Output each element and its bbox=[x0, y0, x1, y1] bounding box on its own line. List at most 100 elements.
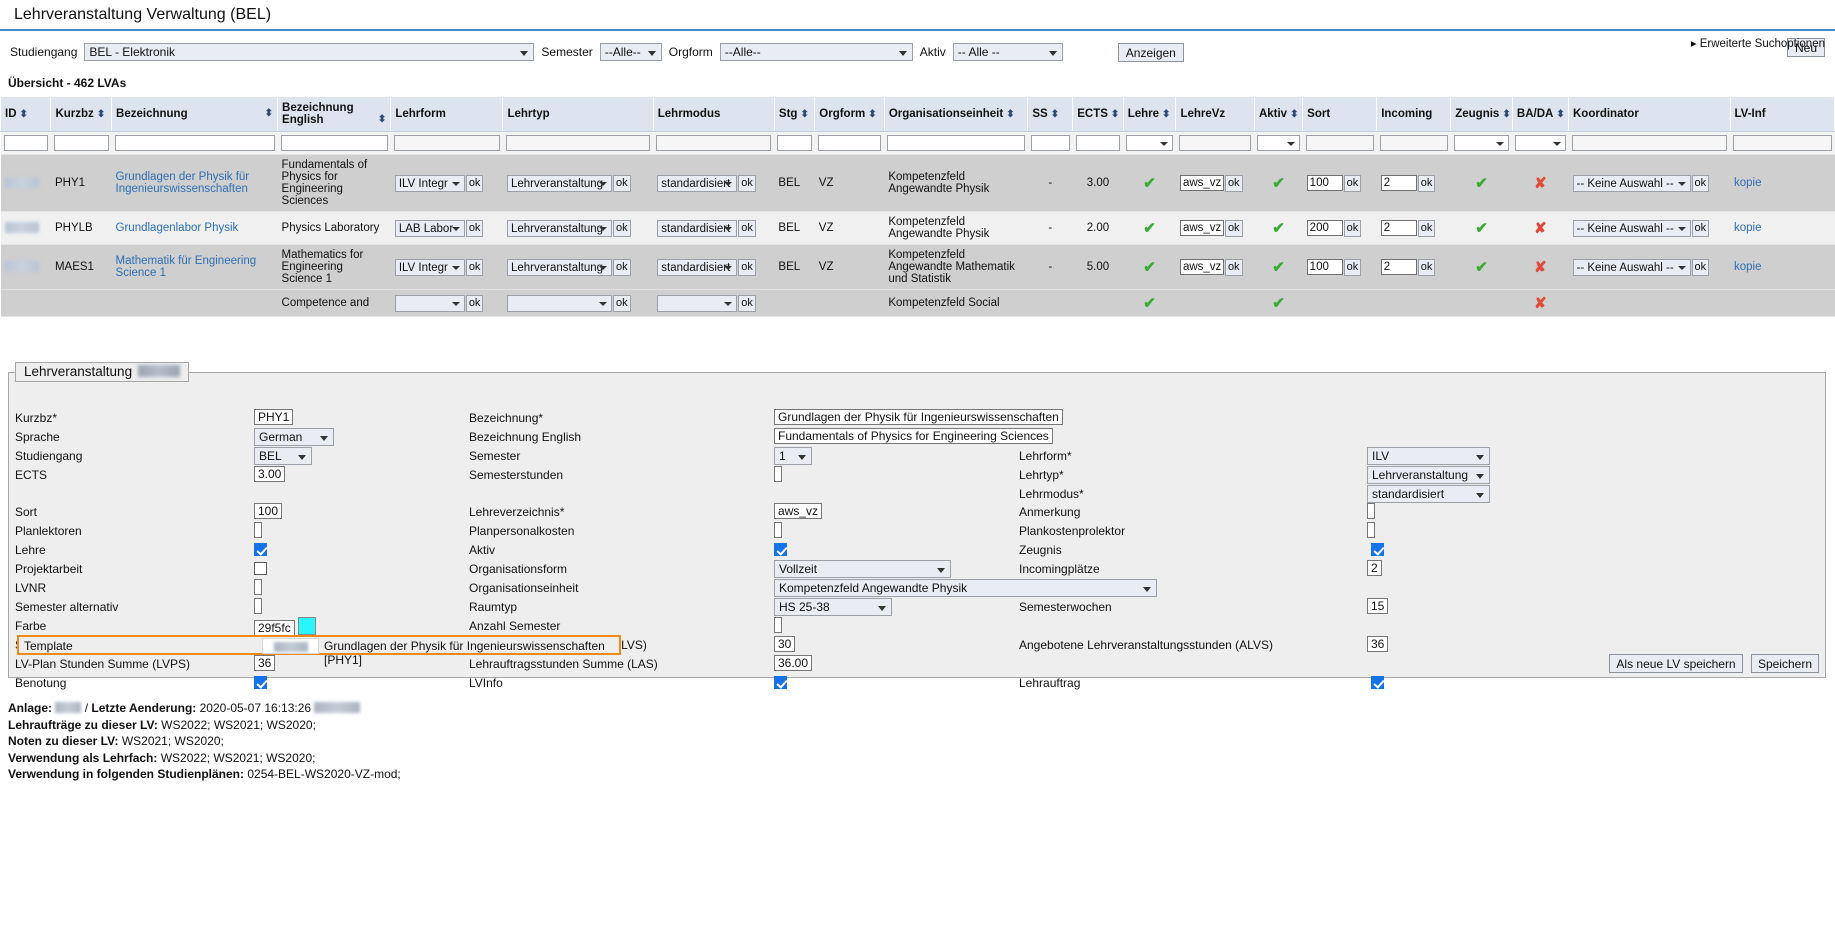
cell-lvinf[interactable]: kopie bbox=[1730, 155, 1834, 212]
col-bezeichnung-english[interactable]: Bezeichnung English⬍ bbox=[278, 97, 391, 132]
incoming-ok-button[interactable]: ok bbox=[1418, 175, 1436, 192]
lva-link[interactable]: Mathematik für Engineering Science 1 bbox=[116, 255, 257, 279]
cell-bezeichnung[interactable]: Grundlagen der Physik für Ingenieurswiss… bbox=[112, 155, 278, 212]
koordinator-select[interactable]: -- Keine Auswahl -- bbox=[1573, 259, 1691, 276]
benotung-checkbox[interactable] bbox=[254, 676, 267, 689]
lehrmodus-ok-button[interactable]: ok bbox=[738, 175, 756, 192]
farbe-swatch[interactable] bbox=[298, 617, 316, 635]
sort-input[interactable]: 100 bbox=[1307, 259, 1343, 275]
raumtyp-select[interactable]: HS 25-38 bbox=[774, 598, 892, 616]
lvps-input[interactable]: 36 bbox=[254, 655, 275, 671]
lehrtyp-select[interactable]: Lehrveranstaltung bbox=[507, 259, 612, 276]
col-organisationseinheit[interactable]: Organisationseinheit⬍ bbox=[884, 97, 1028, 132]
col-kurzbz[interactable]: Kurzbz⬍ bbox=[51, 97, 112, 132]
table-row[interactable]: PHYLB Grundlagenlabor Physik Physics Lab… bbox=[1, 212, 1835, 245]
save-button[interactable]: Speichern bbox=[1751, 654, 1819, 673]
save-as-new-lv-button[interactable]: Als neue LV speichern bbox=[1609, 654, 1742, 673]
filter-lehrform[interactable] bbox=[394, 135, 500, 151]
lehrmodus-select[interactable]: standardisiert bbox=[657, 259, 737, 276]
lehrevz-ok-button[interactable]: ok bbox=[1225, 175, 1243, 192]
cell-lvinf[interactable]: kopie bbox=[1730, 212, 1834, 245]
lva-link[interactable]: Grundlagen der Physik für Ingenieurswiss… bbox=[116, 171, 250, 195]
sort-input[interactable]: 100 bbox=[1307, 175, 1343, 191]
incoming-ok-button[interactable]: ok bbox=[1418, 220, 1436, 237]
lehrtyp-select[interactable]: Lehrveranstaltung bbox=[507, 220, 612, 237]
alvs-input[interactable]: 36 bbox=[1367, 636, 1388, 652]
incoming-input[interactable]: 2 bbox=[1381, 175, 1417, 191]
projektarbeit-checkbox[interactable] bbox=[254, 562, 267, 575]
lehrform-detail-select[interactable]: ILV bbox=[1367, 447, 1490, 465]
filter-lvinf[interactable] bbox=[1733, 135, 1831, 151]
bezeichnung-english-detail-input[interactable]: Fundamentals of Physics for Engineering … bbox=[774, 428, 1053, 444]
filter-zeugnis[interactable] bbox=[1454, 135, 1510, 151]
lehrform-ok-button[interactable]: ok bbox=[466, 295, 484, 312]
filter-kurzbz[interactable] bbox=[54, 135, 109, 151]
semesterstunden-input[interactable] bbox=[774, 466, 782, 482]
semesterwochen-input[interactable]: 15 bbox=[1367, 598, 1388, 614]
filter-bada[interactable] bbox=[1515, 135, 1565, 151]
filter-ss[interactable] bbox=[1031, 135, 1070, 151]
filter-sort[interactable] bbox=[1306, 135, 1374, 151]
filter-id[interactable] bbox=[4, 135, 48, 151]
koordinator-ok-button[interactable]: ok bbox=[1692, 175, 1710, 192]
studiengang-select[interactable]: BEL - Elektronik bbox=[84, 43, 534, 61]
col-id[interactable]: ID⬍ bbox=[1, 97, 51, 132]
anmerkung-input[interactable] bbox=[1367, 503, 1375, 519]
filter-lehrtyp[interactable] bbox=[506, 135, 650, 151]
lehrtyp-ok-button[interactable]: ok bbox=[613, 220, 631, 237]
kopieren-link[interactable]: kopie bbox=[1734, 261, 1762, 273]
lva-link[interactable]: Grundlagenlabor Physik bbox=[116, 222, 239, 234]
lehrtyp-ok-button[interactable]: ok bbox=[613, 175, 631, 192]
sort-ok-button[interactable]: ok bbox=[1344, 259, 1362, 276]
kopieren-link[interactable]: kopie bbox=[1734, 177, 1762, 189]
cell-lvinf[interactable]: kopie bbox=[1730, 245, 1834, 290]
filter-lehre[interactable] bbox=[1126, 135, 1173, 151]
col-aktiv[interactable]: Aktiv⬍ bbox=[1254, 97, 1302, 132]
semester-select[interactable]: --Alle-- bbox=[600, 43, 662, 61]
lvnr-input[interactable] bbox=[254, 579, 262, 595]
incoming-input[interactable]: 2 bbox=[1381, 220, 1417, 236]
filter-lehrevz[interactable] bbox=[1179, 135, 1252, 151]
col-ects[interactable]: ECTS⬍ bbox=[1073, 97, 1123, 132]
advanced-search-toggle[interactable]: ▸Erweiterte Suchoptionen bbox=[1691, 36, 1825, 50]
sort-detail-input[interactable]: 100 bbox=[254, 503, 282, 519]
filter-incoming[interactable] bbox=[1380, 135, 1448, 151]
lehrform-select[interactable] bbox=[395, 295, 465, 312]
lehrmodus-select[interactable] bbox=[657, 295, 737, 312]
sprache-select[interactable]: German bbox=[254, 428, 334, 446]
lehrform-ok-button[interactable]: ok bbox=[466, 259, 484, 276]
lehrevz-input[interactable]: aws_vz bbox=[1180, 220, 1224, 236]
col-lehre[interactable]: Lehre⬍ bbox=[1123, 97, 1176, 132]
filter-orgform[interactable] bbox=[818, 135, 882, 151]
sort-ok-button[interactable]: ok bbox=[1344, 220, 1362, 237]
sort-ok-button[interactable]: ok bbox=[1344, 175, 1362, 192]
orgform-select[interactable]: --Alle-- bbox=[720, 43, 913, 61]
lehrauftrag-checkbox[interactable] bbox=[1371, 676, 1384, 689]
incoming-input[interactable]: 2 bbox=[1381, 259, 1417, 275]
filter-bezeichnung[interactable] bbox=[115, 135, 275, 151]
koordinator-select[interactable]: -- Keine Auswahl -- bbox=[1573, 175, 1691, 192]
lehrtyp-select[interactable] bbox=[507, 295, 612, 312]
lehrtyp-select[interactable]: Lehrveranstaltung bbox=[507, 175, 612, 192]
studiengang-detail-select[interactable]: BEL bbox=[254, 447, 312, 465]
lehrevz-input[interactable]: aws_vz bbox=[1180, 259, 1224, 275]
lvinfo-checkbox[interactable] bbox=[774, 676, 787, 689]
filter-organisationseinheit[interactable] bbox=[887, 135, 1025, 151]
farbe-input[interactable]: 29f5fc bbox=[254, 620, 295, 636]
col-bada[interactable]: BA/DA⬍ bbox=[1512, 97, 1568, 132]
lehrmodus-ok-button[interactable]: ok bbox=[738, 295, 756, 312]
organisationseinheit-select[interactable]: Kompetenzfeld Angewandte Physik bbox=[774, 579, 1157, 597]
filter-aktiv[interactable] bbox=[1257, 135, 1299, 151]
plankostenprojektor-input[interactable] bbox=[1367, 522, 1375, 538]
sort-input[interactable]: 200 bbox=[1307, 220, 1343, 236]
col-ss[interactable]: SS⬍ bbox=[1028, 97, 1073, 132]
koordinator-ok-button[interactable]: ok bbox=[1692, 220, 1710, 237]
kurzbz-input[interactable]: PHY1 bbox=[254, 409, 293, 425]
lehrform-select[interactable]: LAB Labor bbox=[395, 220, 465, 237]
template-id-field[interactable] bbox=[262, 638, 319, 654]
planpersonalkosten-input[interactable] bbox=[774, 522, 782, 538]
incomingplaetze-input[interactable]: 2 bbox=[1367, 560, 1382, 576]
template-row[interactable]: Template Grundlagen der Physik für Ingen… bbox=[17, 635, 621, 655]
cell-bezeichnung[interactable]: Grundlagenlabor Physik bbox=[112, 212, 278, 245]
col-bezeichnung[interactable]: Bezeichnung⬍ bbox=[112, 97, 278, 132]
